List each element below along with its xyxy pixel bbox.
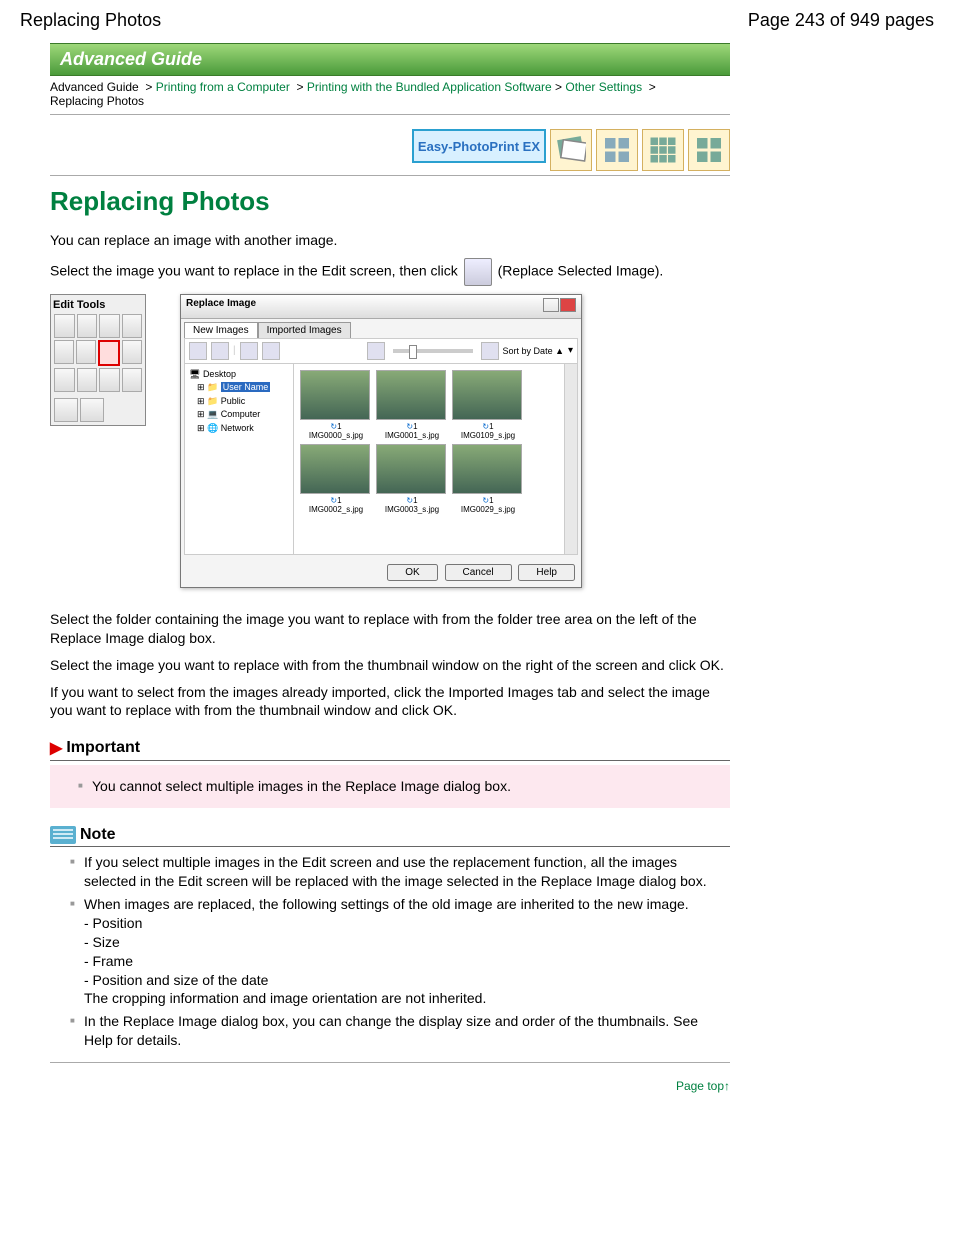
view-mode-icon[interactable] (189, 342, 207, 360)
folder-icon[interactable] (262, 342, 280, 360)
tool-btn[interactable] (54, 368, 75, 392)
crumb-advanced-guide[interactable]: Advanced Guide (50, 80, 139, 94)
thumbnail[interactable]: ↻1IMG0109_s.jpg (452, 370, 524, 440)
breadcrumb: Advanced Guide > Printing from a Compute… (50, 76, 730, 115)
page-number: Page 243 of 949 pages (748, 10, 934, 31)
note-heading: Note (50, 826, 730, 847)
tool-replace-image[interactable] (98, 340, 120, 366)
replace-selected-image-icon (464, 258, 492, 286)
window-controls (542, 298, 576, 315)
scrollbar[interactable] (564, 364, 577, 554)
tool-text-b[interactable] (80, 398, 104, 422)
layout-icon-1 (550, 129, 592, 171)
layout-icon-4 (688, 129, 730, 171)
app-logo-badge: Easy-PhotoPrint EX (412, 129, 546, 163)
instruction-1: Select the image you want to replace in … (50, 258, 730, 286)
crumb-printing-computer[interactable]: Printing from a Computer (156, 80, 290, 94)
paragraph-thumbnail: Select the image you want to replace wit… (50, 656, 730, 675)
chevron-down-icon[interactable]: ▾ (568, 345, 573, 356)
layout-icon-3 (642, 129, 684, 171)
paragraph-folder: Select the folder containing the image y… (50, 610, 730, 648)
thumbnail[interactable]: ↻1IMG0000_s.jpg (300, 370, 372, 440)
tool-btn[interactable] (54, 340, 74, 364)
thumbnail[interactable]: ↻1IMG0029_s.jpg (452, 444, 524, 514)
note-icon (50, 826, 76, 844)
layout-icon-2 (596, 129, 638, 171)
page-title-top: Replacing Photos (20, 10, 161, 31)
crumb-current: Replacing Photos (50, 94, 144, 108)
thumb-large-icon (481, 342, 499, 360)
tool-btn[interactable] (54, 314, 75, 338)
paragraph-imported: If you want to select from the images al… (50, 683, 730, 721)
refresh-icon[interactable] (240, 342, 258, 360)
note-item: If you select multiple images in the Edi… (70, 853, 730, 891)
sort-dropdown[interactable]: Sort by Date ▲ (503, 346, 564, 356)
flag-icon: ▶ (50, 738, 62, 758)
cancel-button[interactable]: Cancel (445, 564, 512, 581)
thumbnail[interactable]: ↻1IMG0003_s.jpg (376, 444, 448, 514)
note-sub: - Position and size of the date (84, 971, 730, 990)
replace-image-dialog: Replace Image New ImagesImported Images … (180, 294, 582, 588)
folder-tree[interactable]: 🖥 Desktop ⊞ 📁 User Name ⊞ 📁 Public ⊞ 💻 C… (185, 364, 294, 554)
tool-text-a[interactable] (54, 398, 78, 422)
note-sub: - Position (84, 914, 730, 933)
note-sub: The cropping information and image orien… (84, 989, 730, 1008)
thumbnail-size-slider[interactable] (393, 349, 472, 353)
tool-btn[interactable] (99, 314, 120, 338)
tool-btn[interactable] (122, 340, 142, 364)
thumbnail[interactable]: ↻1IMG0002_s.jpg (300, 444, 372, 514)
tab-imported-images[interactable]: Imported Images (258, 322, 351, 338)
tool-btn[interactable] (76, 340, 96, 364)
note-item: When images are replaced, the following … (70, 895, 730, 1008)
page-title: Replacing Photos (50, 186, 730, 217)
dialog-title: Replace Image (186, 298, 256, 315)
tab-new-images[interactable]: New Images (184, 322, 258, 338)
note-sub: - Frame (84, 952, 730, 971)
guide-header: Advanced Guide (50, 43, 730, 76)
thumb-small-icon (367, 342, 385, 360)
thumbnail[interactable]: ↻1IMG0001_s.jpg (376, 370, 448, 440)
note-sub: - Size (84, 933, 730, 952)
important-item: You cannot select multiple images in the… (78, 777, 722, 796)
tool-btn[interactable] (122, 314, 143, 338)
tool-btn[interactable] (122, 368, 143, 392)
edit-tools-palette: Edit Tools (50, 294, 146, 426)
tool-btn[interactable] (99, 368, 120, 392)
edit-tools-title: Edit Tools (53, 297, 143, 313)
close-button[interactable] (560, 298, 576, 312)
ok-button[interactable]: OK (387, 564, 437, 581)
minimize-button[interactable] (543, 298, 559, 312)
important-heading: ▶ Important (50, 738, 730, 761)
help-button[interactable]: Help (518, 564, 575, 581)
crumb-other-settings[interactable]: Other Settings (565, 80, 642, 94)
page-top-link[interactable]: Page top↑ (676, 1079, 730, 1093)
tool-btn[interactable] (77, 368, 98, 392)
thumbnail-pane: ↻1IMG0000_s.jpg ↻1IMG0001_s.jpg ↻1IMG010… (294, 364, 564, 554)
view-mode-icon[interactable] (211, 342, 229, 360)
note-item: In the Replace Image dialog box, you can… (70, 1012, 730, 1050)
tool-btn[interactable] (77, 314, 98, 338)
intro-paragraph: You can replace an image with another im… (50, 231, 730, 250)
crumb-bundled-software[interactable]: Printing with the Bundled Application So… (307, 80, 552, 94)
